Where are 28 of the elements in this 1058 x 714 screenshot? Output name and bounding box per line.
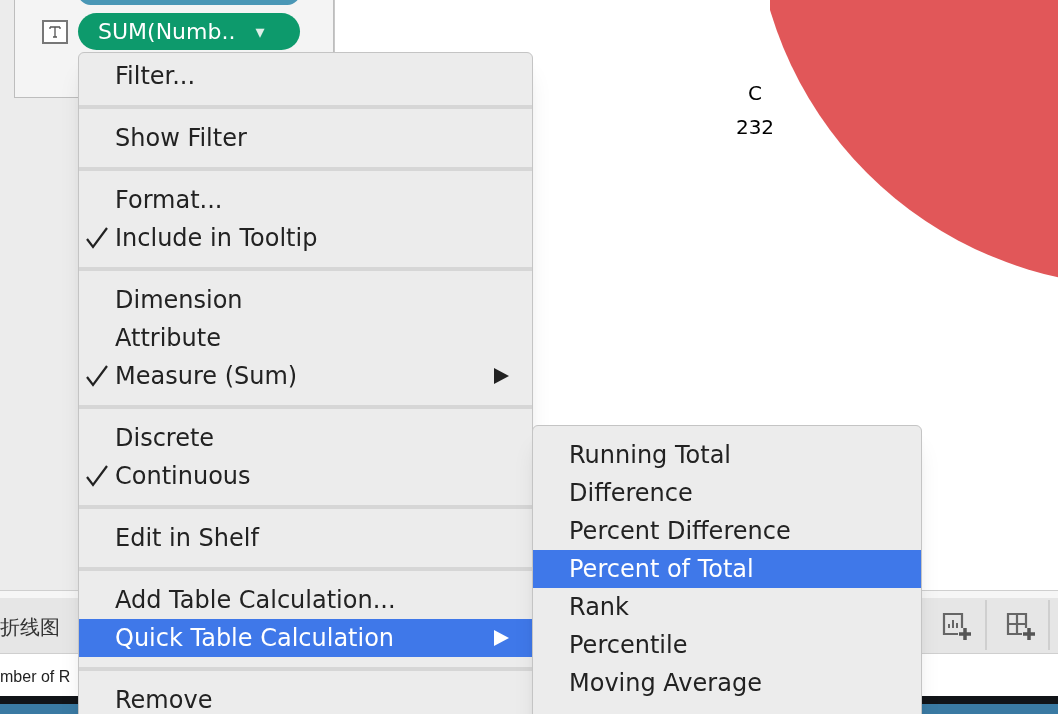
menu-item[interactable]: Discrete [79,419,532,457]
submenu-item[interactable]: Percentile [533,626,921,664]
new-dashboard-icon[interactable] [1006,612,1036,640]
slice-value: 232 [734,114,776,141]
submenu-item[interactable]: Percent Difference [533,512,921,550]
measure-pill[interactable]: SUM(Numb.. ▾ [78,13,300,50]
menu-item[interactable]: Measure (Sum) [79,357,532,395]
menu-item[interactable]: Quick Table Calculation [79,619,532,657]
submenu-item[interactable]: Moving Average [533,664,921,702]
menu-item[interactable]: Continuous [79,457,532,495]
submenu-item[interactable]: Rank [533,588,921,626]
menu-item[interactable]: Format... [79,181,532,219]
menu-item[interactable]: Dimension [79,281,532,319]
menu-item[interactable]: Add Table Calculation... [79,581,532,619]
menu-item[interactable]: Remove [79,681,532,714]
submenu-item[interactable]: Percent of Total [533,550,921,588]
menu-item[interactable]: Include in Tooltip [79,219,532,257]
menu-item[interactable]: Filter... [79,57,532,95]
status-text: mber of R [0,667,71,687]
new-worksheet-icon[interactable] [942,612,972,640]
submenu-item[interactable]: Running Total [533,436,921,474]
menu-item[interactable]: Show Filter [79,119,532,157]
menu-item[interactable]: Edit in Shelf [79,519,532,557]
sheet-tab[interactable]: 折线图 [0,608,78,646]
slice-label: C [747,80,763,107]
menu-item[interactable]: Attribute [79,319,532,357]
text-mark-icon [42,20,68,44]
submenu-item[interactable]: Difference [533,474,921,512]
